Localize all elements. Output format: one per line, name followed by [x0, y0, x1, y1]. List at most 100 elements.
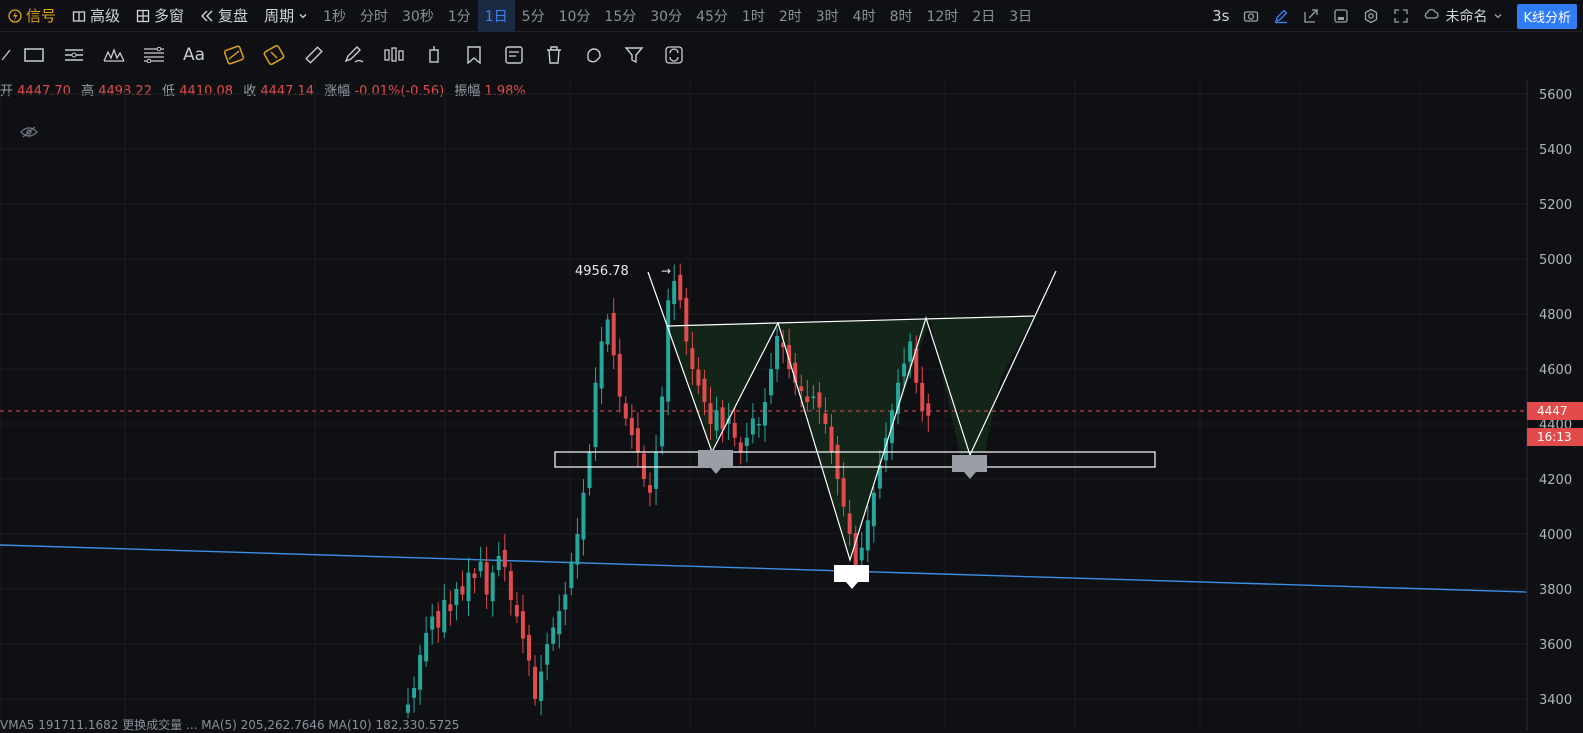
signal-button[interactable]: 信号 — [0, 0, 64, 32]
period-dropdown[interactable]: 周期 — [256, 0, 316, 32]
trendline[interactable] — [0, 544, 1528, 593]
candle-body[interactable] — [775, 336, 780, 370]
candle-body[interactable] — [799, 386, 804, 391]
candle-body[interactable] — [460, 586, 465, 595]
period-option[interactable]: 2时 — [772, 0, 809, 32]
candle-body[interactable] — [744, 437, 749, 446]
candle-body[interactable] — [406, 704, 410, 713]
candle-body[interactable] — [696, 369, 701, 386]
candle-body[interactable] — [678, 274, 683, 301]
screen-icon[interactable] — [1333, 8, 1349, 24]
period-option[interactable]: 12时 — [920, 0, 966, 32]
filter-icon[interactable] — [614, 38, 654, 72]
rectangle-tool-icon[interactable] — [14, 38, 54, 72]
bar-tool-icon[interactable] — [414, 38, 454, 72]
horizontal-lines-tool-icon[interactable] — [54, 38, 94, 72]
refresh-interval[interactable]: 3s — [1212, 0, 1229, 32]
candle-body[interactable] — [569, 561, 574, 589]
text-tool-icon[interactable]: Aa — [174, 38, 214, 72]
candle-body[interactable] — [732, 422, 737, 438]
candle-body[interactable] — [865, 520, 870, 551]
brush-tool-icon[interactable] — [334, 38, 374, 72]
candle-body[interactable] — [750, 418, 755, 435]
kline-analysis-button[interactable]: K线分析 — [1517, 3, 1577, 29]
candle-body[interactable] — [412, 688, 417, 698]
candle-body[interactable] — [502, 549, 507, 567]
candle-body[interactable] — [533, 666, 538, 699]
candle-body[interactable] — [496, 556, 501, 571]
period-option[interactable]: 5分 — [515, 0, 552, 32]
candle-body[interactable] — [908, 341, 913, 362]
period-option[interactable]: 1日 — [477, 0, 515, 32]
candle-body[interactable] — [563, 594, 568, 610]
candle-body[interactable] — [756, 424, 761, 426]
period-option[interactable]: 分时 — [353, 0, 395, 32]
pen-icon[interactable] — [1273, 8, 1289, 24]
trash-icon[interactable] — [534, 38, 574, 72]
fibonacci-tool-icon[interactable] — [134, 38, 174, 72]
candle-body[interactable] — [490, 572, 495, 602]
period-option[interactable]: 3时 — [809, 0, 846, 32]
candlestick-chart[interactable]: 4956.78 → 560054005200500048004600440042… — [0, 80, 1583, 730]
candle-body[interactable] — [484, 562, 489, 595]
export-icon[interactable] — [1303, 8, 1319, 24]
candle-body[interactable] — [823, 413, 828, 424]
advanced-button[interactable]: 高级 — [64, 0, 128, 32]
candle-body[interactable] — [708, 403, 713, 424]
candle-body[interactable] — [454, 589, 459, 606]
period-option[interactable]: 1分 — [441, 0, 478, 32]
candle-body[interactable] — [871, 492, 876, 527]
fullscreen-icon[interactable] — [1393, 8, 1409, 24]
period-option[interactable]: 8时 — [883, 0, 920, 32]
note-tool-icon[interactable] — [494, 38, 534, 72]
candle-body[interactable] — [720, 407, 725, 430]
candle-body[interactable] — [617, 353, 622, 397]
candle-body[interactable] — [508, 571, 513, 600]
camera-icon[interactable] — [1243, 8, 1259, 24]
candle-body[interactable] — [520, 611, 525, 639]
period-option[interactable]: 3日 — [1002, 0, 1039, 32]
candle-body[interactable] — [424, 633, 429, 662]
period-option[interactable]: 30分 — [643, 0, 689, 32]
candle-body[interactable] — [623, 403, 628, 419]
magnet-icon[interactable] — [574, 38, 614, 72]
candle-body[interactable] — [545, 644, 550, 665]
candle-body[interactable] — [847, 513, 852, 534]
candle-body[interactable] — [835, 444, 840, 479]
candle-body[interactable] — [811, 396, 816, 399]
candle-body[interactable] — [430, 616, 435, 630]
candle-body[interactable] — [926, 403, 931, 416]
candle-body[interactable] — [599, 341, 604, 389]
candle-body[interactable] — [648, 485, 652, 493]
candle-body[interactable] — [666, 300, 671, 402]
candle-body[interactable] — [920, 382, 925, 411]
candle-body[interactable] — [514, 605, 519, 617]
candle-body[interactable] — [436, 611, 441, 628]
period-option[interactable]: 1时 — [735, 0, 772, 32]
candle-body[interactable] — [593, 382, 598, 448]
candle-body[interactable] — [714, 410, 719, 431]
candle-body[interactable] — [641, 453, 646, 479]
period-option[interactable]: 10分 — [552, 0, 598, 32]
period-option[interactable]: 2日 — [965, 0, 1002, 32]
candle-body[interactable] — [690, 348, 695, 369]
candle-body[interactable] — [611, 312, 616, 356]
candle-body[interactable] — [539, 671, 544, 702]
period-option[interactable]: 1秒 — [316, 0, 353, 32]
candle-body[interactable] — [587, 451, 592, 489]
candle-body[interactable] — [557, 611, 562, 635]
candle-body[interactable] — [629, 418, 634, 435]
candle-body[interactable] — [575, 534, 580, 565]
candle-body[interactable] — [448, 604, 453, 611]
candle-body[interactable] — [769, 369, 773, 396]
period-option[interactable]: 30秒 — [395, 0, 441, 32]
candle-body[interactable] — [684, 297, 689, 342]
candle-body[interactable] — [738, 442, 743, 452]
candle-body[interactable] — [805, 396, 810, 402]
replay-button[interactable]: 复盘 — [192, 0, 256, 32]
candle-body[interactable] — [660, 396, 665, 447]
bookmark-tool-icon[interactable] — [454, 38, 494, 72]
multiwindow-button[interactable]: 多窗 — [128, 0, 192, 32]
candle-body[interactable] — [418, 655, 423, 690]
candle-body[interactable] — [702, 378, 707, 402]
